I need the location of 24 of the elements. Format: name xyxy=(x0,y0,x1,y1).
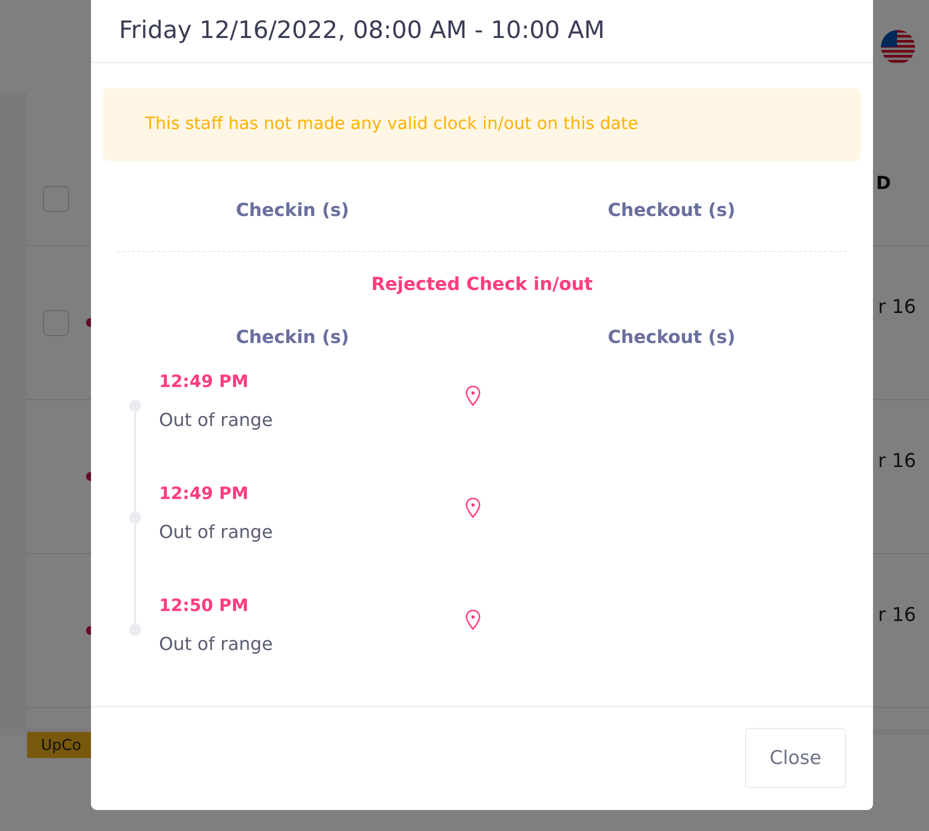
flag-icon[interactable] xyxy=(881,30,915,64)
checkbox[interactable] xyxy=(43,186,69,212)
column-heading: Checkin (s) xyxy=(236,326,350,348)
check-time: 12:49 PM xyxy=(159,482,250,506)
check-time: 12:50 PM xyxy=(159,594,250,618)
column-heading: Checkout (s) xyxy=(608,326,736,348)
column-heading: Checkout (s) xyxy=(608,200,736,221)
check-note: Out of range xyxy=(159,634,274,655)
column-heading: Checkin (s) xyxy=(236,200,350,221)
table-cell: r 16 xyxy=(878,450,916,472)
location-pin-icon[interactable] xyxy=(465,608,481,632)
checkbox[interactable] xyxy=(43,310,69,336)
close-button[interactable]: Close xyxy=(745,728,846,788)
alert-message: This staff has not made any valid clock in/out on this date xyxy=(145,114,638,134)
column-heading: D xyxy=(876,173,891,194)
check-note: Out of range xyxy=(159,410,274,431)
location-pin-icon[interactable] xyxy=(465,496,481,520)
table-cell: r 16 xyxy=(878,604,916,626)
location-pin-icon[interactable] xyxy=(465,384,481,408)
modal-title: Friday 12/16/2022, 08:00 AM - 10:00 AM xyxy=(119,16,605,44)
check-time: 12:49 PM xyxy=(159,370,250,394)
check-note: Out of range xyxy=(159,522,274,543)
table-cell: r 16 xyxy=(878,296,916,318)
section-heading: Rejected Check in/out xyxy=(370,274,594,295)
